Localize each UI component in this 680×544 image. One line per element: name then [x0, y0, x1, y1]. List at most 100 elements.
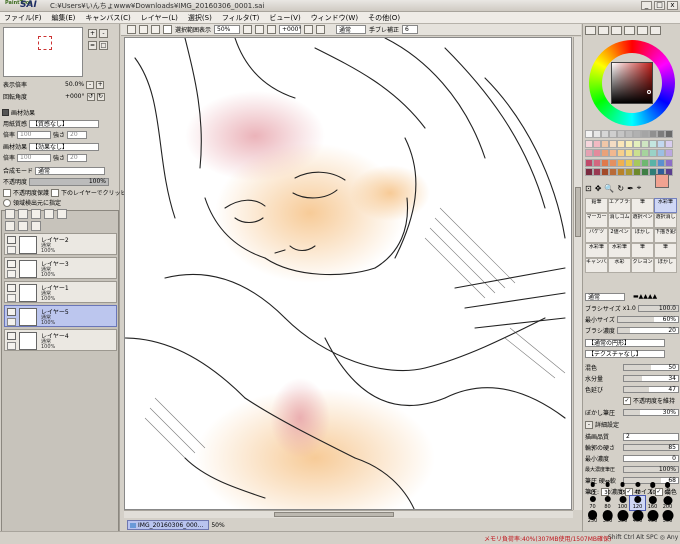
visibility-toggle[interactable]	[7, 236, 16, 244]
stabilizer-select[interactable]: 6	[402, 25, 419, 34]
new-folder-icon[interactable]	[18, 209, 28, 219]
palette-swatch[interactable]	[617, 139, 625, 148]
current-color-swatch[interactable]	[655, 174, 669, 188]
brush-tool-button[interactable]: 水彩筆	[608, 243, 631, 258]
rotation-select[interactable]: +000°	[279, 25, 302, 34]
menu-layer[interactable]: レイヤー(L)	[141, 13, 178, 23]
horizontal-scrollbar[interactable]	[124, 510, 573, 518]
brush-tool-button[interactable]: クレヨン	[631, 258, 654, 273]
menu-filter[interactable]: フィルタ(T)	[222, 13, 260, 23]
invert-selection-icon[interactable]	[151, 25, 160, 34]
layer-item[interactable]: レイヤー3 通常 100%	[4, 257, 117, 279]
min-size-slider[interactable]: 60%	[616, 316, 679, 323]
brush-tool-button[interactable]: マーカー	[585, 213, 608, 228]
brush-size-preset[interactable]: 200	[660, 496, 675, 510]
palette-swatch[interactable]	[633, 130, 641, 138]
palette-swatch[interactable]	[625, 168, 633, 177]
brush-size-preset[interactable]: 500	[660, 510, 675, 524]
new-linework-icon[interactable]	[5, 221, 15, 231]
delete-layer-icon[interactable]	[57, 209, 67, 219]
brush-tool-button[interactable]: ぼかし	[631, 228, 654, 243]
rgb-slider-icon[interactable]	[598, 26, 609, 35]
transfer-down-icon[interactable]	[18, 221, 28, 231]
close-button[interactable]: x	[667, 1, 678, 10]
brush-size-preset[interactable]: 450	[645, 510, 660, 524]
menu-select[interactable]: 選択(S)	[188, 13, 212, 23]
brush-shape-select[interactable]: 【通常の円形】	[585, 338, 665, 347]
lock-icon[interactable]	[7, 270, 16, 278]
palette-swatch[interactable]	[609, 168, 617, 177]
mode-select[interactable]: 通常	[336, 25, 367, 34]
palette-swatch[interactable]	[593, 158, 601, 167]
brush-size-preset[interactable]: 70	[585, 496, 600, 510]
brush-size-preset[interactable]: 30	[600, 482, 615, 496]
detail-row[interactable]: - 詳細設定	[585, 420, 679, 429]
zoom-in-button[interactable]	[255, 25, 265, 34]
merge-down-icon[interactable]	[31, 221, 41, 231]
palette-swatch[interactable]	[633, 149, 641, 158]
brush-tool-button[interactable]: 筆	[654, 243, 677, 258]
brush-tool-button[interactable]: キャンバス	[585, 258, 608, 273]
palette-swatch[interactable]	[585, 149, 593, 158]
brush-tool-button[interactable]: ぼかし	[654, 258, 677, 273]
gradient-slider-icon[interactable]	[624, 26, 635, 35]
selection-tool-icon[interactable]: ⊡	[585, 184, 592, 193]
visibility-toggle[interactable]	[7, 284, 16, 292]
brush-tool-button[interactable]: 水彩	[608, 258, 631, 273]
brush-size-preset[interactable]: 25	[585, 482, 600, 496]
maximize-button[interactable]: □	[654, 1, 665, 10]
move-tool-icon[interactable]: ✥	[595, 184, 602, 193]
vertical-scroll-thumb[interactable]	[575, 187, 581, 237]
quality-select[interactable]: 2	[623, 432, 679, 441]
brush-tool-button[interactable]: エアブラシ	[608, 198, 631, 213]
palette-swatch[interactable]	[585, 130, 593, 138]
zoom-fit-icon[interactable]: □	[99, 41, 108, 50]
rotate-right-button[interactable]	[304, 25, 314, 34]
palette-swatch[interactable]	[657, 149, 665, 158]
lock-icon[interactable]	[7, 294, 16, 302]
layer-item[interactable]: レイヤー2 通常 100%	[4, 233, 117, 255]
brush-shape-icons[interactable]: ▬▲▲▲▲	[633, 293, 657, 300]
palette-swatch[interactable]	[609, 158, 617, 167]
effect-select[interactable]: 【効果なし】	[29, 142, 100, 151]
edge-slider[interactable]: 85	[623, 444, 679, 451]
zoom-tool-icon[interactable]: 🔍	[604, 184, 614, 193]
rotate-left-icon[interactable]: ↺	[86, 92, 95, 101]
brush-size-preset[interactable]: 350	[615, 510, 630, 524]
palette-swatch[interactable]	[633, 158, 641, 167]
palette-swatch[interactable]	[601, 130, 609, 138]
palette-swatch[interactable]	[609, 139, 617, 148]
palette-swatch[interactable]	[649, 158, 657, 167]
visibility-toggle[interactable]	[7, 308, 16, 316]
brush-tool-button[interactable]: 水彩筆	[585, 243, 608, 258]
palette-swatch[interactable]	[641, 168, 649, 177]
opacity-slider[interactable]: 100%	[29, 177, 110, 186]
layer-item[interactable]: レイヤー4 通常 100%	[4, 329, 117, 351]
visibility-toggle[interactable]	[7, 260, 16, 268]
menu-window[interactable]: ウィンドウ(W)	[311, 13, 358, 23]
menu-file[interactable]: ファイル(F)	[4, 13, 42, 23]
brush-tool-button[interactable]: 筆	[631, 243, 654, 258]
menu-edit[interactable]: 編集(E)	[52, 13, 76, 23]
palette-swatch[interactable]	[657, 158, 665, 167]
zoom-out-button[interactable]	[243, 25, 253, 34]
palette-swatch[interactable]	[617, 130, 625, 138]
rotate-tool-icon[interactable]: ↻	[617, 184, 624, 193]
palette-swatch[interactable]	[617, 158, 625, 167]
brush-tool-button[interactable]: 水彩筆	[654, 198, 677, 213]
brush-tool-button[interactable]: 下描き鉛筆	[654, 228, 677, 243]
palette-swatch[interactable]	[601, 158, 609, 167]
brush-tool-button[interactable]: 消しゴム	[608, 213, 631, 228]
palette-swatch[interactable]	[617, 149, 625, 158]
palette-swatch[interactable]	[665, 149, 673, 158]
palette-swatch[interactable]	[657, 139, 665, 148]
brush-texture-select[interactable]: 【テクスチャなし】	[585, 349, 665, 358]
brush-tool-button[interactable]: 選択ペン	[631, 213, 654, 228]
palette-swatch[interactable]	[641, 158, 649, 167]
menu-view[interactable]: ビュー(V)	[269, 13, 300, 23]
palette-swatch[interactable]	[649, 149, 657, 158]
palette-swatch[interactable]	[641, 149, 649, 158]
brush-tool-button[interactable]: 選択消し	[654, 213, 677, 228]
palette-swatch[interactable]	[625, 139, 633, 148]
texture-select[interactable]: 【質感なし】	[29, 119, 100, 128]
